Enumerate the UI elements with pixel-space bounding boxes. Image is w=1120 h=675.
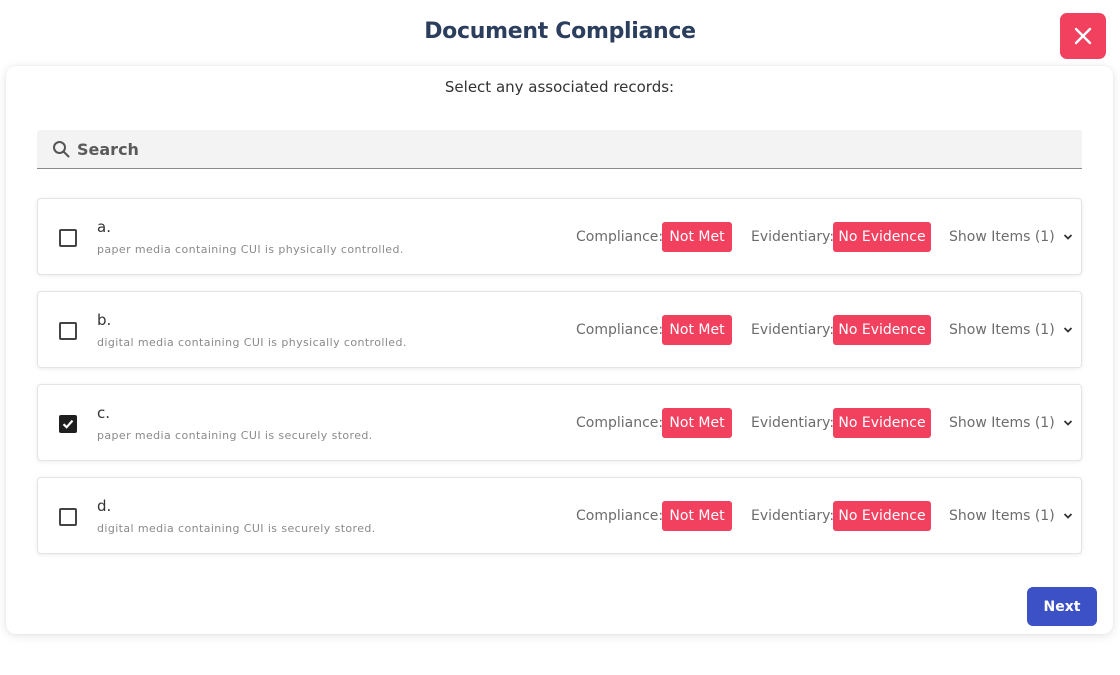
next-button[interactable]: Next [1027, 587, 1097, 626]
record-checkbox-a[interactable] [59, 229, 77, 247]
compliance-label: Compliance: [576, 508, 664, 524]
close-button[interactable] [1060, 13, 1106, 59]
record-description: paper media containing CUI is physically… [97, 243, 404, 256]
evidentiary-label: Evidentiary: [751, 415, 835, 431]
chevron-down-icon [1062, 417, 1074, 429]
chevron-down-icon [1062, 510, 1074, 522]
show-items-label: Show Items (1) [949, 415, 1055, 431]
compliance-status-badge: Not Met [662, 315, 732, 345]
record-card-a: a. paper media containing CUI is physica… [37, 198, 1082, 275]
evidentiary-status-badge: No Evidence [833, 222, 931, 252]
record-description: paper media containing CUI is securely s… [97, 429, 373, 442]
record-checkbox-b[interactable] [59, 322, 77, 340]
evidentiary-status-badge: No Evidence [833, 408, 931, 438]
chevron-down-icon [1062, 231, 1074, 243]
close-icon [1074, 27, 1092, 45]
compliance-status-badge: Not Met [662, 222, 732, 252]
evidentiary-status-badge: No Evidence [833, 501, 931, 531]
compliance-label: Compliance: [576, 415, 664, 431]
record-letter: d. [97, 497, 112, 515]
show-items-toggle[interactable]: Show Items (1) [949, 222, 1074, 252]
record-description: digital media containing CUI is securely… [97, 522, 376, 535]
show-items-label: Show Items (1) [949, 322, 1055, 338]
evidentiary-label: Evidentiary: [751, 229, 835, 245]
evidentiary-status-badge: No Evidence [833, 315, 931, 345]
compliance-label: Compliance: [576, 229, 664, 245]
records-panel: Select any associated records: a. paper … [6, 66, 1113, 634]
record-card-b: b. digital media containing CUI is physi… [37, 291, 1082, 368]
search-bar[interactable] [37, 130, 1082, 169]
record-checkbox-d[interactable] [59, 508, 77, 526]
show-items-label: Show Items (1) [949, 508, 1055, 524]
record-card-c: c. paper media containing CUI is securel… [37, 384, 1082, 461]
show-items-toggle[interactable]: Show Items (1) [949, 501, 1074, 531]
compliance-status-badge: Not Met [662, 408, 732, 438]
search-input[interactable] [77, 139, 977, 159]
panel-subtitle: Select any associated records: [444, 78, 675, 96]
record-letter: c. [97, 404, 111, 422]
show-items-label: Show Items (1) [949, 229, 1055, 245]
chevron-down-icon [1062, 324, 1074, 336]
compliance-label: Compliance: [576, 322, 664, 338]
record-card-d: d. digital media containing CUI is secur… [37, 477, 1082, 554]
compliance-status-badge: Not Met [662, 501, 732, 531]
record-description: digital media containing CUI is physical… [97, 336, 407, 349]
show-items-toggle[interactable]: Show Items (1) [949, 408, 1074, 438]
show-items-toggle[interactable]: Show Items (1) [949, 315, 1074, 345]
evidentiary-label: Evidentiary: [751, 322, 835, 338]
page-title: Document Compliance [424, 19, 696, 44]
record-letter: b. [97, 311, 112, 329]
evidentiary-label: Evidentiary: [751, 508, 835, 524]
record-letter: a. [97, 218, 111, 236]
record-checkbox-c[interactable] [59, 415, 77, 433]
search-icon [51, 139, 71, 159]
